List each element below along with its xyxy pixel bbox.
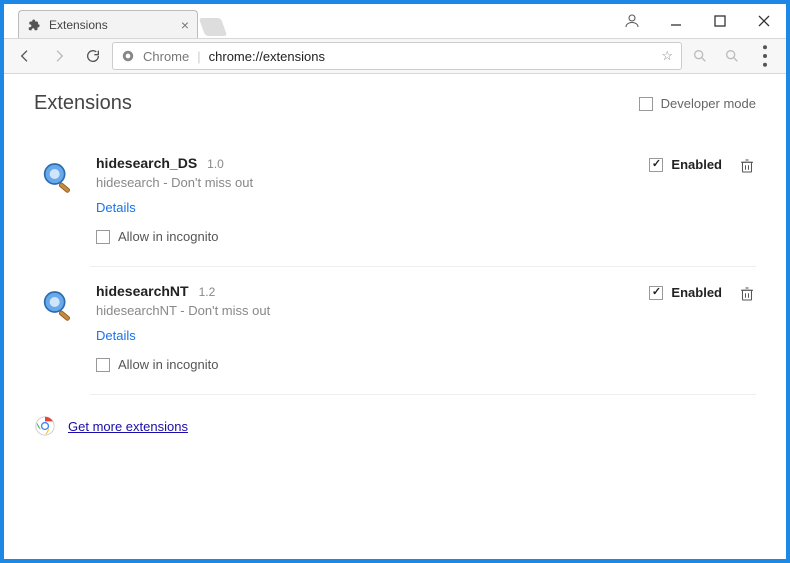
extension-description: hidesearchNT - Don't miss out (96, 303, 649, 318)
extension-details-link[interactable]: Details (96, 328, 649, 343)
extension-row: hidesearch_DS 1.0 hidesearch - Don't mis… (34, 139, 756, 266)
address-bar[interactable]: Chrome | chrome://extensions ☆ (112, 42, 682, 70)
puzzle-icon (27, 18, 41, 32)
enabled-toggle[interactable]: Enabled (649, 285, 722, 300)
allow-incognito-toggle[interactable]: Allow in incognito (96, 229, 649, 244)
extension-description: hidesearch - Don't miss out (96, 175, 649, 190)
maximize-button[interactable] (698, 6, 742, 36)
extension-main: hidesearch_DS 1.0 hidesearch - Don't mis… (96, 155, 649, 244)
reload-button[interactable] (78, 41, 108, 71)
extension-name: hidesearchNT (96, 283, 189, 299)
enabled-toggle[interactable]: Enabled (649, 157, 722, 172)
tabstrip: Extensions × (4, 4, 610, 38)
extension-details-link[interactable]: Details (96, 200, 649, 215)
toolbar: Chrome | chrome://extensions ☆ (4, 38, 786, 74)
enabled-label: Enabled (671, 157, 722, 172)
allow-incognito-checkbox[interactable] (96, 358, 110, 372)
extension-icon (34, 155, 82, 203)
enabled-checkbox[interactable] (649, 158, 663, 172)
window-controls (654, 4, 786, 38)
get-more-extensions-link[interactable]: Get more extensions (68, 419, 188, 434)
extension-controls: Enabled (649, 155, 756, 244)
developer-mode-label: Developer mode (661, 96, 756, 111)
chrome-page-icon (121, 49, 135, 63)
back-button[interactable] (10, 41, 40, 71)
developer-mode-checkbox[interactable] (639, 97, 653, 111)
allow-incognito-label: Allow in incognito (118, 229, 218, 244)
omnibox-host: Chrome (143, 49, 189, 64)
profile-button[interactable] (610, 4, 654, 38)
extension-version: 1.2 (199, 285, 216, 299)
page-header: Extensions Developer mode (34, 92, 756, 115)
tab-close-icon[interactable]: × (181, 17, 189, 33)
extension-action-2[interactable] (718, 42, 746, 70)
page-content: Extensions Developer mode hidesearch_DS … (4, 74, 786, 559)
titlebar: Extensions × (4, 4, 786, 38)
close-button[interactable] (742, 6, 786, 36)
delete-extension-button[interactable] (738, 285, 756, 303)
minimize-button[interactable] (654, 6, 698, 36)
chrome-store-icon (34, 415, 56, 437)
extension-action-1[interactable] (686, 42, 714, 70)
delete-extension-button[interactable] (738, 157, 756, 175)
bookmark-star-icon[interactable]: ☆ (661, 48, 673, 64)
forward-button[interactable] (44, 41, 74, 71)
allow-incognito-label: Allow in incognito (118, 357, 218, 372)
developer-mode-toggle[interactable]: Developer mode (639, 96, 756, 111)
omnibox-path: chrome://extensions (209, 49, 325, 64)
get-more-extensions: Get more extensions (34, 415, 756, 437)
extension-row: hidesearchNT 1.2 hidesearchNT - Don't mi… (34, 267, 756, 394)
enabled-checkbox[interactable] (649, 286, 663, 300)
extension-icon (34, 283, 82, 331)
allow-incognito-toggle[interactable]: Allow in incognito (96, 357, 649, 372)
extension-name: hidesearch_DS (96, 155, 197, 171)
menu-button[interactable] (750, 41, 780, 71)
extension-version: 1.0 (207, 157, 224, 171)
extension-controls: Enabled (649, 283, 756, 372)
browser-tab[interactable]: Extensions × (18, 10, 198, 38)
new-tab-button[interactable] (199, 18, 228, 36)
separator (90, 394, 756, 395)
tab-title: Extensions (49, 18, 173, 32)
page-title: Extensions (34, 92, 639, 115)
extension-main: hidesearchNT 1.2 hidesearchNT - Don't mi… (96, 283, 649, 372)
allow-incognito-checkbox[interactable] (96, 230, 110, 244)
enabled-label: Enabled (671, 285, 722, 300)
